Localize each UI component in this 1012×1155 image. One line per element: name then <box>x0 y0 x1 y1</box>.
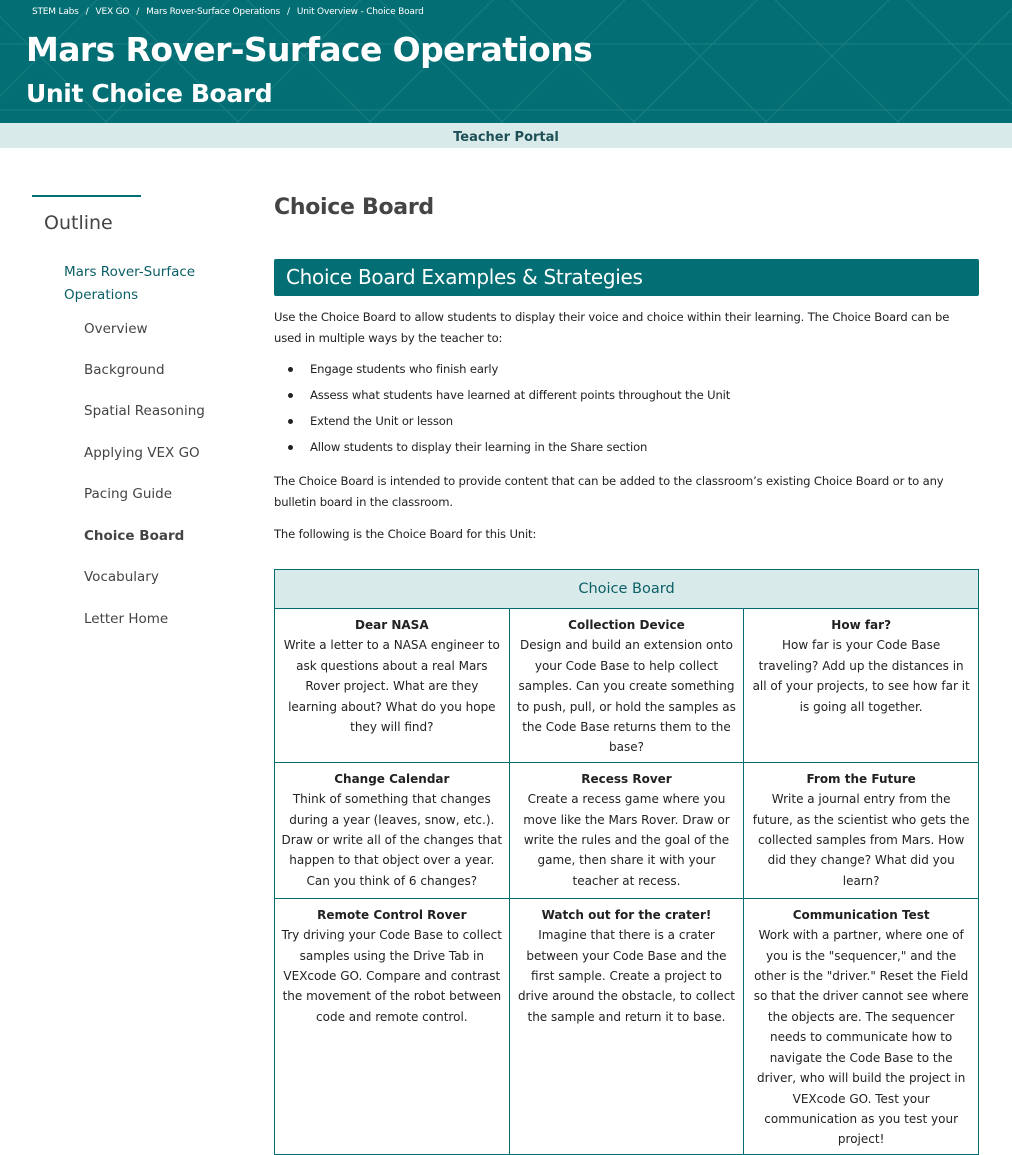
choice-text: Imagine that there is a crater between y… <box>517 928 736 1024</box>
list-item: Assess what students have learned at dif… <box>274 386 979 412</box>
breadcrumb-separator: / <box>136 7 140 17</box>
outline-sidebar: Outline Mars Rover-Surface Operations Ov… <box>32 195 242 627</box>
choice-text: Think of something that changes during a… <box>281 792 503 888</box>
bulletin-paragraph: The Choice Board is intended to provide … <box>274 474 944 509</box>
breadcrumb-separator: / <box>85 7 89 17</box>
list-item: Engage students who finish early <box>274 360 979 386</box>
choice-text: Write a letter to a NASA engineer to ask… <box>283 638 500 735</box>
choice-text: How far is your Code Base traveling? Add… <box>752 638 970 714</box>
breadcrumb-unit[interactable]: Mars Rover-Surface Operations <box>146 7 280 17</box>
choice-title: Change Calendar <box>334 771 450 786</box>
list-item: Extend the Unit or lesson <box>274 412 979 438</box>
bullet-icon <box>288 393 293 398</box>
hero-banner: STEM Labs / VEX GO / Mars Rover-Surface Oper… <box>0 0 1012 123</box>
table-row: Change Calendar Think of something that c… <box>274 761 979 899</box>
choice-cell: Collection Device Design and build an ext… <box>508 608 745 763</box>
choice-cell: How far? How far is your Code Base travel… <box>743 608 979 763</box>
teacher-portal-bar: Teacher Portal <box>0 123 1012 148</box>
choice-cell: Dear NASA Write a letter to a NASA engine… <box>274 608 510 763</box>
bullet-icon <box>288 367 293 372</box>
choice-text: Work with a partner, where one of you is… <box>753 928 969 1147</box>
choice-text: Write a journal entry from the future, a… <box>752 792 970 888</box>
breadcrumb-separator: / <box>287 7 290 17</box>
choice-text: Create a recess game where you move like… <box>523 792 730 888</box>
choice-cell: Change Calendar Think of something that c… <box>274 761 510 899</box>
section-header: Choice Board Examples & Strategies <box>274 259 979 296</box>
choice-title: From the Future <box>806 771 916 786</box>
breadcrumb-stem-labs[interactable]: STEM Labs <box>32 7 79 17</box>
list-item: Allow students to display their learning… <box>274 438 979 464</box>
sidebar-item-background[interactable]: Background <box>84 362 165 378</box>
choice-cell: Communication Test Work with a partner, w… <box>743 897 979 1155</box>
unit-title: Mars Rover-Surface Operations <box>26 30 593 69</box>
table-row: Dear NASA Write a letter to a NASA engine… <box>274 608 979 763</box>
choice-text: Try driving your Code Base to collect sa… <box>281 928 502 1024</box>
sidebar-item-choice-board[interactable]: Choice Board <box>84 528 184 544</box>
bullet-icon <box>288 419 293 424</box>
choice-cell: Remote Control Rover Try driving your Cod… <box>274 897 510 1155</box>
usage-list: Engage students who finish early Assess … <box>274 360 979 464</box>
sidebar-divider <box>32 195 141 197</box>
breadcrumb-vex-go[interactable]: VEX GO <box>96 7 130 17</box>
sidebar-item-vocabulary[interactable]: Vocabulary <box>84 569 159 585</box>
sidebar-item-applying-vex-go[interactable]: Applying VEX GO <box>84 445 200 461</box>
intro-paragraph: Use the Choice Board to allow students t… <box>274 310 950 345</box>
bullet-icon <box>288 445 293 450</box>
choice-title: Collection Device <box>568 618 685 632</box>
choice-title: Watch out for the crater! <box>541 907 712 922</box>
sidebar-item-overview[interactable]: Overview <box>84 321 148 337</box>
sidebar-unit-link[interactable]: Mars Rover-Surface Operations <box>64 261 234 307</box>
page-title: Choice Board <box>274 195 434 220</box>
choice-title: Recess Rover <box>581 771 672 786</box>
table-row: Remote Control Rover Try driving your Cod… <box>274 897 979 1155</box>
sidebar-item-spatial-reasoning[interactable]: Spatial Reasoning <box>84 403 205 419</box>
breadcrumb: STEM Labs / VEX GO / Mars Rover-Surface Oper… <box>32 7 424 17</box>
choice-text: Design and build an extension onto your … <box>517 638 736 755</box>
breadcrumb-current-page[interactable]: Unit Overview - Choice Board <box>297 7 424 17</box>
choice-title: Remote Control Rover <box>317 907 467 922</box>
choice-cell: From the Future Write a journal entry fro… <box>743 761 979 899</box>
page-subtitle: Unit Choice Board <box>26 79 273 108</box>
choice-cell: Recess Rover Create a recess game where y… <box>508 761 745 899</box>
choice-title: Dear NASA <box>355 618 429 632</box>
outline-heading: Outline <box>44 212 113 234</box>
choice-board-header: Choice Board <box>274 569 979 609</box>
choice-title: Communication Test <box>792 907 930 922</box>
choice-title: How far? <box>831 618 892 632</box>
sidebar-item-pacing-guide[interactable]: Pacing Guide <box>84 486 172 502</box>
choice-cell: Watch out for the crater! Imagine that th… <box>508 897 745 1155</box>
choice-board-table: Choice Board Dear NASA Write a letter to … <box>274 569 979 1155</box>
teacher-portal-link[interactable]: Teacher Portal <box>453 130 559 145</box>
board-intro-paragraph: The following is the Choice Board for th… <box>274 527 537 541</box>
sidebar-item-letter-home[interactable]: Letter Home <box>84 611 168 627</box>
